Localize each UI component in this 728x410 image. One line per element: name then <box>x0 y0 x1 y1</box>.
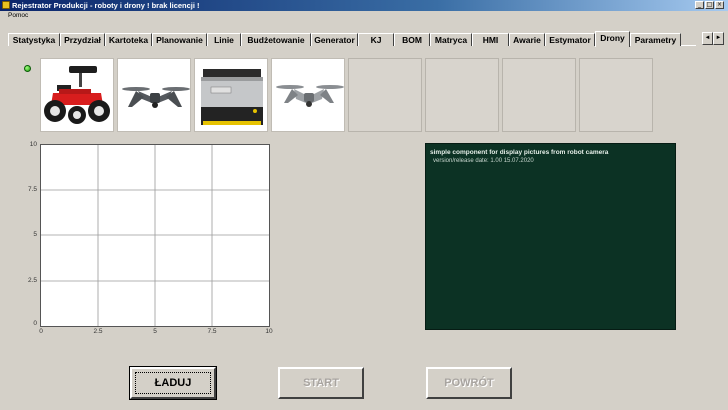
tab-scroll-left-button[interactable]: ◄ <box>702 32 713 45</box>
tab-awarie[interactable]: Awarie <box>509 33 545 46</box>
tab-estymator[interactable]: Estymator <box>545 33 595 46</box>
tab-przydzial[interactable]: Przydział <box>60 33 105 46</box>
tab-kartoteka[interactable]: Kartoteka <box>105 33 152 46</box>
ground-robot-image <box>44 66 110 124</box>
thumbnail-1[interactable] <box>40 58 114 132</box>
window-title: Rejestrator Produkcji - roboty i drony !… <box>12 1 200 10</box>
mobile-robot-image <box>201 69 263 125</box>
back-button-label: POWRÓT <box>444 377 494 389</box>
drone-image <box>276 85 344 107</box>
x-tick-label: 10 <box>265 328 273 335</box>
start-button[interactable]: START <box>278 367 364 399</box>
maximize-button[interactable]: □ <box>705 1 714 9</box>
close-button[interactable]: × <box>715 1 724 9</box>
y-tick-label: 5 <box>33 231 37 238</box>
tab-statystyka[interactable]: Statystyka <box>8 33 60 46</box>
window-controls: _ □ × <box>695 1 724 9</box>
menu-item-help[interactable]: Pomoc <box>8 12 28 19</box>
thumbnail-6[interactable] <box>425 58 499 132</box>
info-version: version/release date: 1.00 15.07.2020 <box>433 158 534 164</box>
tab-linie[interactable]: Linie <box>207 33 241 46</box>
graph-panel <box>40 144 270 327</box>
y-tick-label: 0 <box>33 320 37 327</box>
y-tick-label: 7.5 <box>27 186 37 193</box>
tab-kj[interactable]: KJ <box>358 33 394 46</box>
x-tick-label: 7.5 <box>207 328 217 335</box>
load-button[interactable]: ŁADUJ <box>129 366 217 400</box>
tab-bom[interactable]: BOM <box>394 33 430 46</box>
tab-parametry[interactable]: Parametry <box>630 33 681 46</box>
thumbnail-3[interactable] <box>194 58 268 132</box>
back-button[interactable]: POWRÓT <box>426 367 512 399</box>
tab-budzetowanie[interactable]: Budżetowanie <box>241 33 311 46</box>
x-tick-label: 2.5 <box>93 328 103 335</box>
x-tick-label: 0 <box>39 328 43 335</box>
x-tick-label: 5 <box>153 328 157 335</box>
focus-rect <box>135 372 211 394</box>
camera-info-panel: simple component for display pictures fr… <box>425 143 676 330</box>
tab-drony[interactable]: Drony <box>595 31 630 47</box>
tab-scroll-right-button[interactable]: ► <box>713 32 724 45</box>
tab-matryca[interactable]: Matryca <box>430 33 472 46</box>
tab-hmi[interactable]: HMI <box>472 33 509 46</box>
thumbnail-7[interactable] <box>502 58 576 132</box>
y-tick-label: 2.5 <box>27 277 37 284</box>
graph-grid <box>41 145 269 326</box>
y-tick-label: 10 <box>29 141 37 148</box>
thumbnail-4[interactable] <box>271 58 345 132</box>
thumbnail-2[interactable] <box>117 58 191 132</box>
title-bar: Rejestrator Produkcji - roboty i drony !… <box>0 0 728 11</box>
info-title: simple component for display pictures fr… <box>430 149 609 156</box>
start-button-label: START <box>303 377 339 389</box>
status-indicator <box>24 65 31 72</box>
tab-generator[interactable]: Generator <box>311 33 358 46</box>
minimize-button[interactable]: _ <box>695 1 704 9</box>
menu-bar: Pomoc <box>0 11 728 21</box>
tab-planowanie[interactable]: Planowanie <box>152 33 207 46</box>
thumbnail-5[interactable] <box>348 58 422 132</box>
app-icon <box>2 1 10 9</box>
thumbnail-8[interactable] <box>579 58 653 132</box>
drone-image <box>122 87 190 108</box>
tab-strip: Statystyka Przydział Kartoteka Planowani… <box>8 31 696 47</box>
